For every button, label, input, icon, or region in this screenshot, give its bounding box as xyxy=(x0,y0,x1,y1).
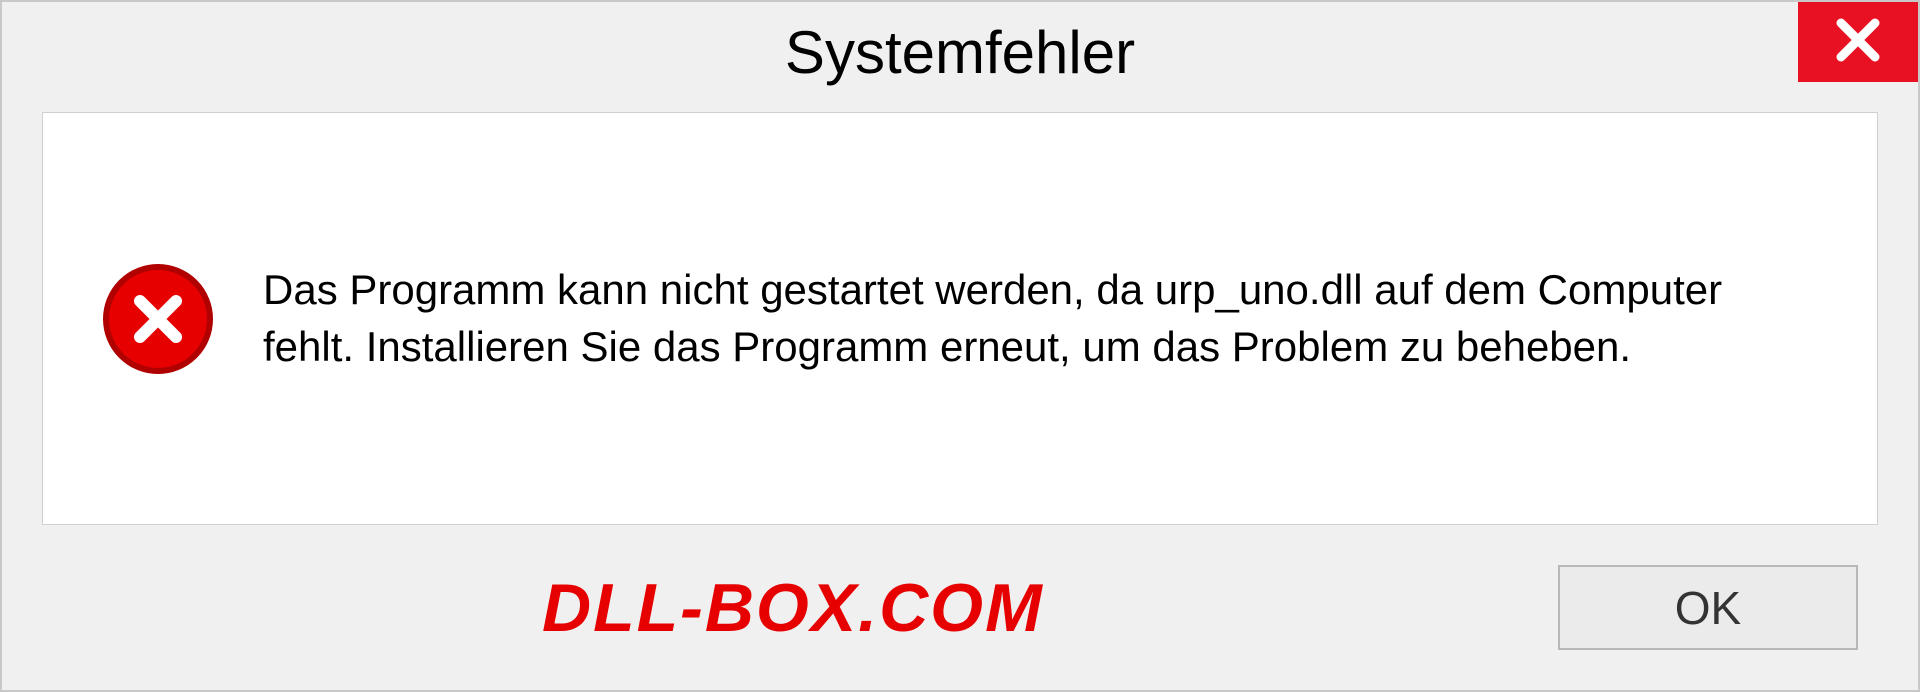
watermark-text: DLL-BOX.COM xyxy=(542,569,1044,647)
error-dialog: Systemfehler Das Programm kann nicht ges… xyxy=(0,0,1920,692)
error-icon xyxy=(103,264,213,374)
close-button[interactable] xyxy=(1798,2,1918,82)
titlebar: Systemfehler xyxy=(2,2,1918,102)
error-message: Das Programm kann nicht gestartet werden… xyxy=(263,262,1817,375)
ok-button-label: OK xyxy=(1675,581,1741,635)
content-area: Das Programm kann nicht gestartet werden… xyxy=(42,112,1878,525)
footer: DLL-BOX.COM OK xyxy=(2,545,1918,690)
dialog-title: Systemfehler xyxy=(785,18,1135,87)
ok-button[interactable]: OK xyxy=(1558,565,1858,650)
close-icon xyxy=(1833,15,1883,70)
